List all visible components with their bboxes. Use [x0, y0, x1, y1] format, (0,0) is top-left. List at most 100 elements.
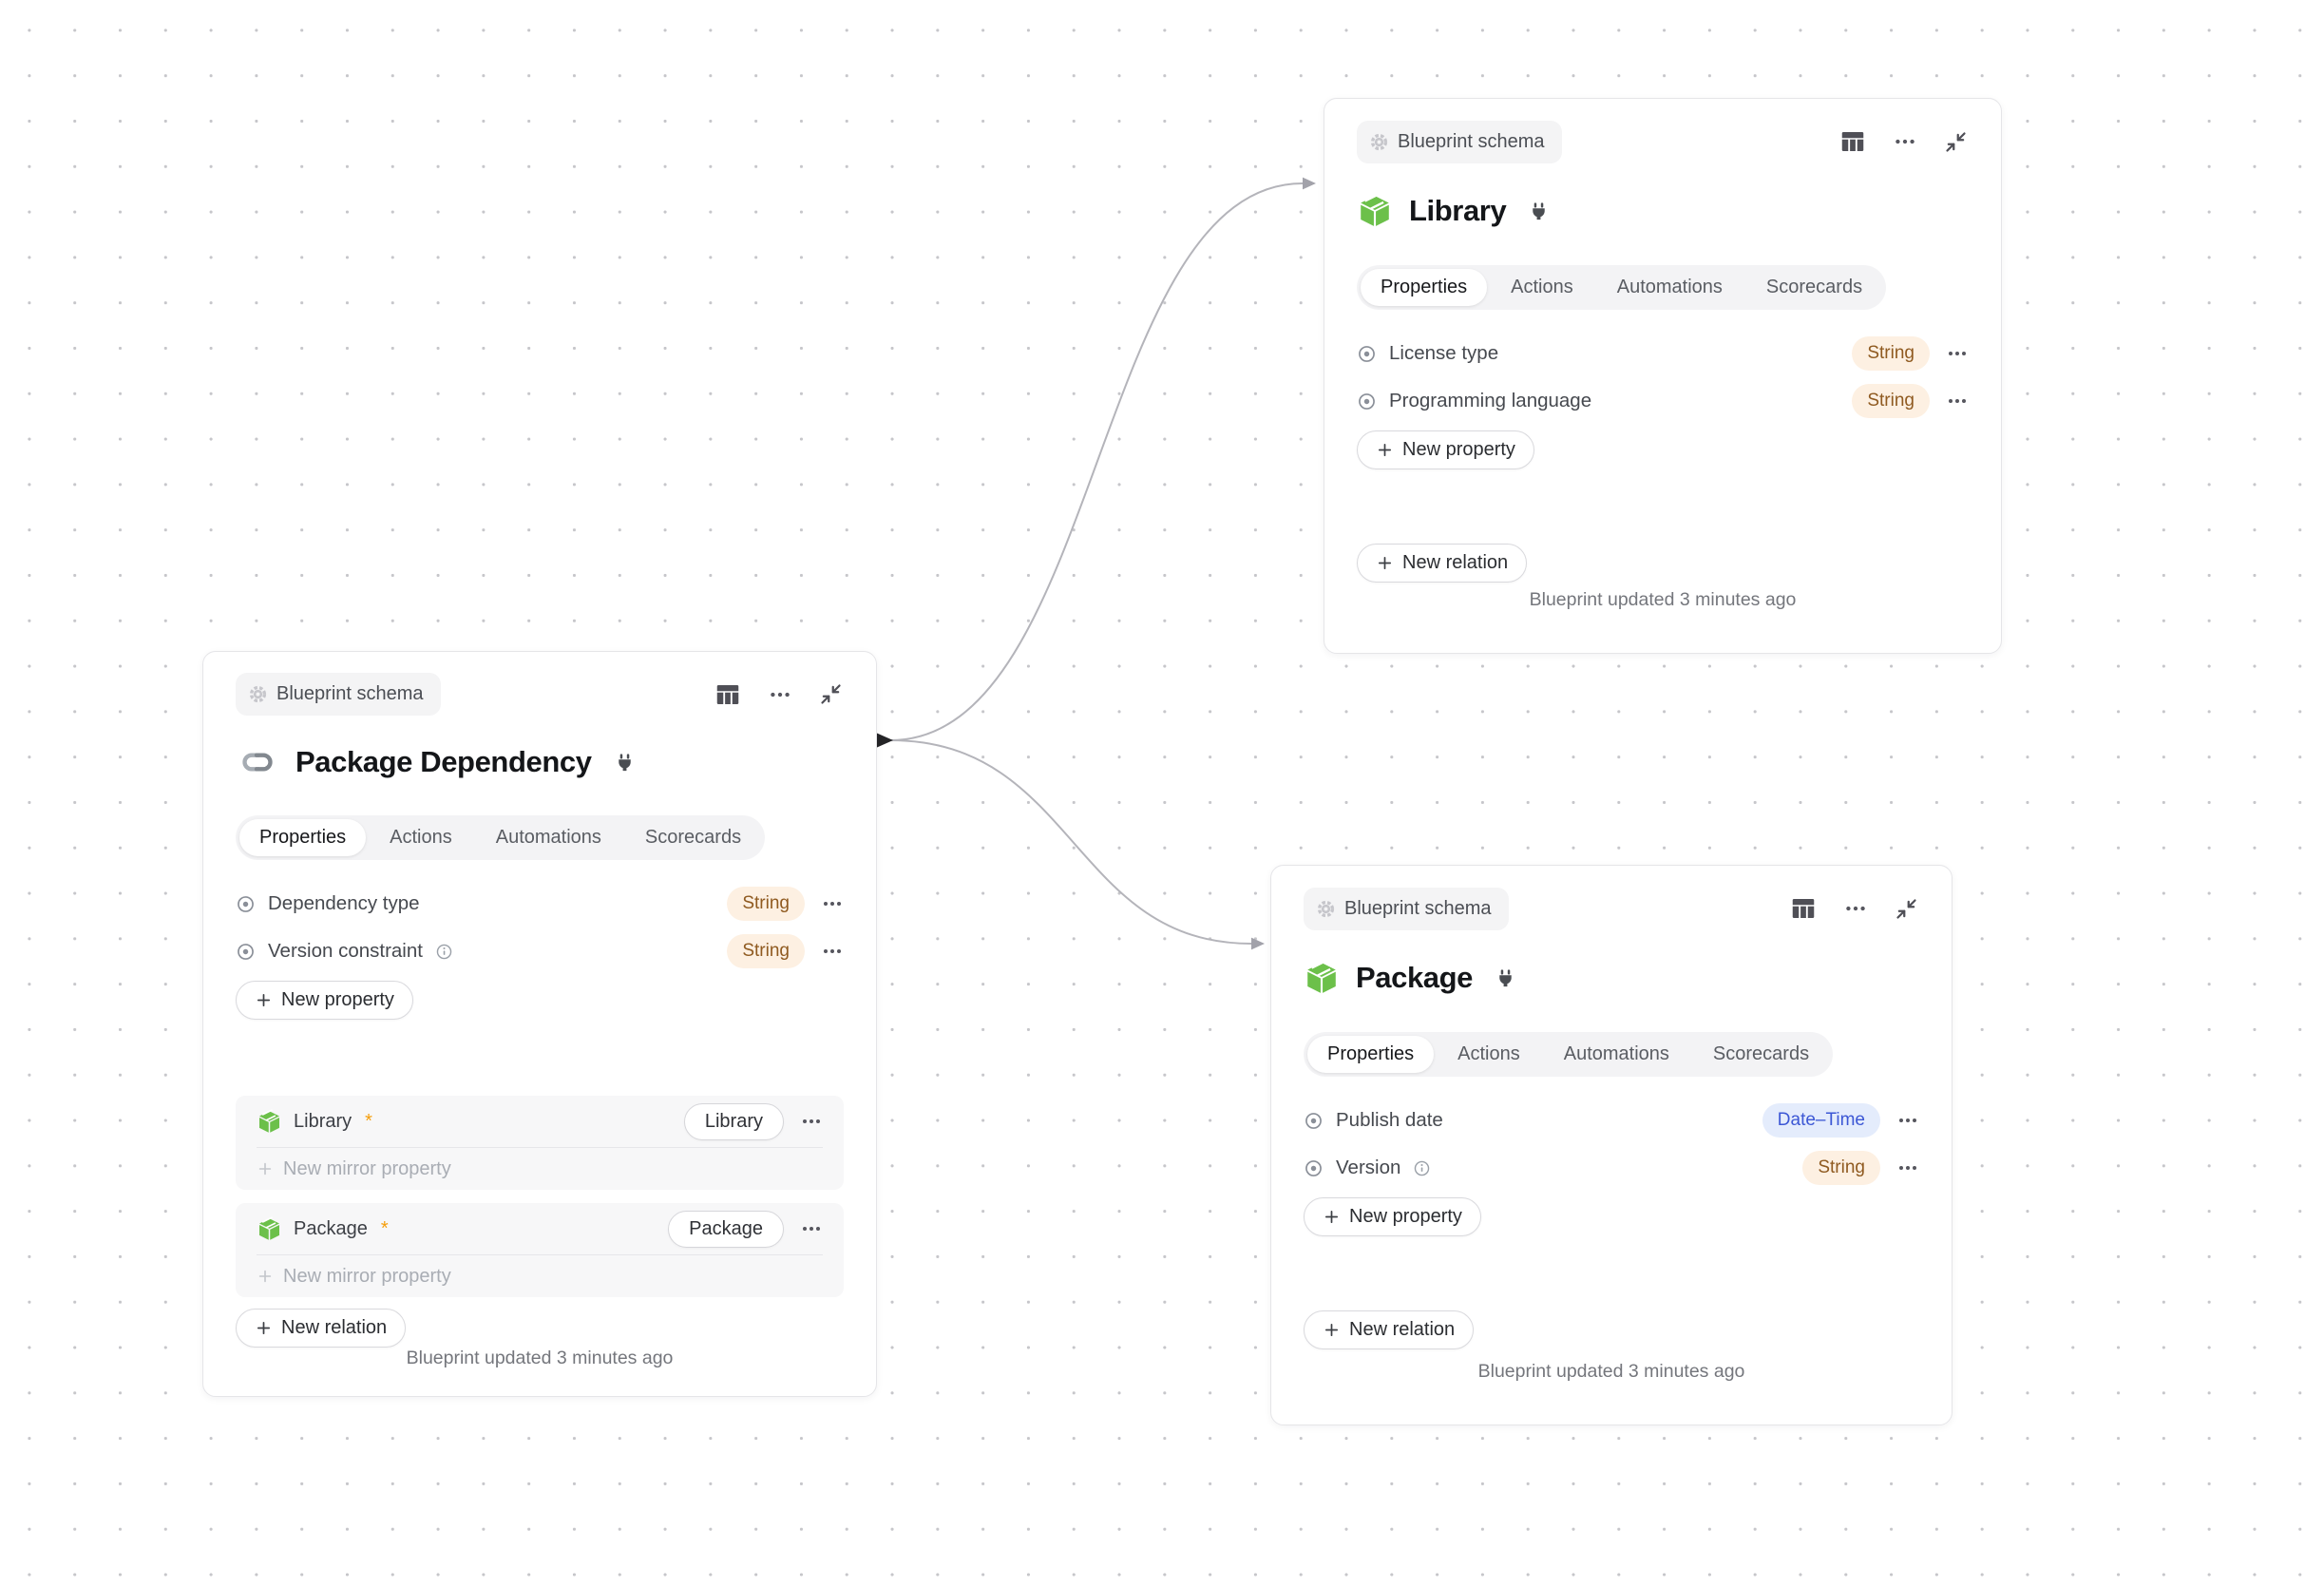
property-more-icon[interactable]	[1946, 390, 1969, 412]
info-icon	[1413, 1159, 1431, 1177]
tab-scorecards[interactable]: Scorecards	[625, 819, 761, 856]
property-type-badge: String	[1852, 336, 1930, 371]
tab-scorecards[interactable]: Scorecards	[1693, 1036, 1829, 1073]
new-relation-label: New relation	[1349, 1319, 1455, 1341]
tab-actions[interactable]: Actions	[1438, 1036, 1540, 1073]
tab-properties[interactable]: Properties	[239, 819, 366, 856]
tab-automations[interactable]: Automations	[1597, 269, 1743, 306]
relation-label: Library	[294, 1111, 352, 1133]
blueprint-updated-status: Blueprint updated 3 minutes ago	[1304, 1361, 1919, 1383]
blueprint-card-package-dependency[interactable]: Blueprint schema Package Dependency Prop…	[202, 651, 877, 1397]
property-row: Dependency type String	[236, 880, 844, 927]
property-label: Programming language	[1389, 390, 1591, 412]
plus-icon	[255, 991, 273, 1009]
property-more-icon[interactable]	[821, 940, 844, 963]
property-row: Publish date Date–Time	[1304, 1097, 1919, 1144]
property-row: Version constraint String	[236, 927, 844, 975]
new-property-button[interactable]: New property	[236, 981, 413, 1020]
property-radio-icon	[1357, 344, 1377, 364]
relations-section: Library * Library New mirror property	[236, 1096, 844, 1297]
link-icon	[236, 743, 279, 781]
card-title: Package Dependency	[295, 745, 592, 779]
card-title: Library	[1409, 194, 1506, 228]
card-tabs: Properties Actions Automations Scorecard…	[1304, 1032, 1833, 1077]
plus-icon	[1323, 1321, 1341, 1339]
plug-icon	[1495, 967, 1516, 989]
card-header: Blueprint schema	[236, 673, 844, 716]
table-view-icon[interactable]	[1789, 894, 1818, 923]
tab-properties[interactable]: Properties	[1361, 269, 1487, 306]
gear-icon	[1369, 132, 1389, 152]
new-relation-button[interactable]: New relation	[236, 1309, 406, 1348]
relation-block-library: Library * Library New mirror property	[236, 1096, 844, 1190]
gear-icon	[248, 684, 268, 704]
package-box-icon	[257, 1216, 282, 1242]
property-more-icon[interactable]	[1946, 342, 1969, 365]
new-property-button[interactable]: New property	[1357, 430, 1534, 469]
relation-label: Package	[294, 1218, 368, 1240]
tab-scorecards[interactable]: Scorecards	[1746, 269, 1882, 306]
blueprint-updated-status: Blueprint updated 3 minutes ago	[236, 1348, 844, 1369]
new-relation-label: New relation	[1402, 552, 1508, 574]
new-relation-button[interactable]: New relation	[1304, 1310, 1474, 1349]
package-box-icon	[257, 1109, 282, 1135]
relation-block-package: Package * Package New mirror property	[236, 1203, 844, 1297]
relation-target-button[interactable]: Library	[684, 1103, 784, 1140]
edge-to-library-arrowhead	[1303, 178, 1316, 190]
schema-badge-label: Blueprint schema	[1398, 131, 1545, 153]
table-view-icon[interactable]	[1838, 127, 1867, 156]
collapse-icon[interactable]	[818, 681, 844, 707]
collapse-icon[interactable]	[1894, 896, 1919, 922]
plug-icon	[614, 752, 636, 774]
tab-actions[interactable]: Actions	[370, 819, 472, 856]
new-property-button[interactable]: New property	[1304, 1197, 1481, 1236]
blueprint-card-library[interactable]: Blueprint schema Library Properties Acti…	[1324, 98, 2002, 654]
package-box-icon	[1304, 960, 1340, 996]
spacer	[1357, 469, 1969, 544]
more-options-icon[interactable]	[1843, 896, 1868, 921]
data-model-canvas[interactable]: Blueprint schema Package Dependency Prop…	[0, 0, 2324, 1587]
plug-icon	[1528, 201, 1550, 222]
property-more-icon[interactable]	[1896, 1157, 1919, 1179]
property-radio-icon	[1304, 1111, 1324, 1131]
required-marker: *	[381, 1218, 389, 1240]
blueprint-schema-badge: Blueprint schema	[1357, 121, 1562, 163]
property-radio-icon	[1357, 392, 1377, 411]
property-label: License type	[1389, 342, 1498, 365]
tab-automations[interactable]: Automations	[476, 819, 621, 856]
collapse-icon[interactable]	[1943, 129, 1969, 155]
edge-to-package[interactable]	[890, 740, 1251, 944]
tab-actions[interactable]: Actions	[1491, 269, 1593, 306]
more-options-icon[interactable]	[768, 682, 792, 707]
plus-icon	[257, 1268, 274, 1285]
plus-icon	[1376, 441, 1394, 459]
new-mirror-property-label: New mirror property	[283, 1266, 451, 1288]
edge-to-library[interactable]	[890, 183, 1303, 740]
relation-more-icon[interactable]	[800, 1217, 823, 1240]
property-row: License type String	[1357, 330, 1969, 377]
relation-target-button[interactable]: Package	[668, 1211, 784, 1248]
relation-more-icon[interactable]	[800, 1110, 823, 1133]
required-marker: *	[365, 1111, 372, 1133]
gear-icon	[1316, 899, 1336, 919]
new-property-label: New property	[1349, 1206, 1462, 1228]
table-view-icon[interactable]	[714, 680, 742, 709]
tab-properties[interactable]: Properties	[1307, 1036, 1434, 1073]
plus-icon	[255, 1319, 273, 1337]
blueprint-updated-status: Blueprint updated 3 minutes ago	[1357, 589, 1969, 611]
more-options-icon[interactable]	[1893, 129, 1917, 154]
schema-badge-label: Blueprint schema	[1344, 898, 1492, 920]
plus-icon	[1323, 1208, 1341, 1226]
property-more-icon[interactable]	[821, 892, 844, 915]
property-radio-icon	[1304, 1158, 1324, 1178]
blueprint-card-package[interactable]: Blueprint schema Package Properties Acti…	[1270, 865, 1953, 1425]
tab-automations[interactable]: Automations	[1544, 1036, 1689, 1073]
card-header: Blueprint schema	[1304, 887, 1919, 930]
property-type-badge: String	[1852, 384, 1930, 418]
property-type-badge: Date–Time	[1762, 1103, 1880, 1138]
new-mirror-property-button[interactable]: New mirror property	[257, 1255, 823, 1297]
new-relation-button[interactable]: New relation	[1357, 544, 1527, 583]
property-more-icon[interactable]	[1896, 1109, 1919, 1132]
new-mirror-property-button[interactable]: New mirror property	[257, 1148, 823, 1190]
blueprint-schema-badge: Blueprint schema	[1304, 888, 1509, 930]
